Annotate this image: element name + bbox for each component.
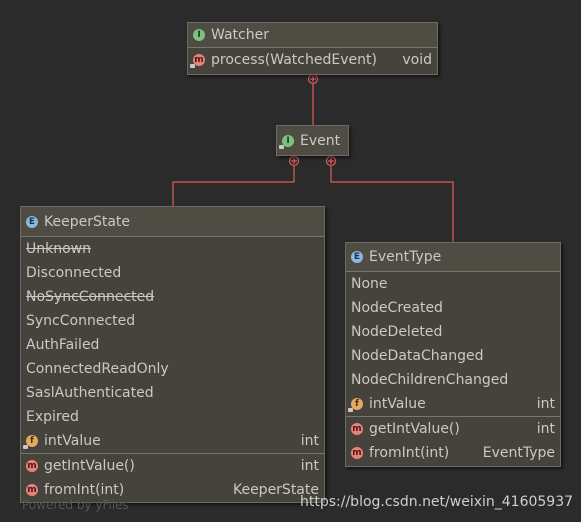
edge-event-eventtype — [330, 166, 454, 242]
field-name: intValue — [44, 433, 101, 449]
enum-constant[interactable]: AuthFailed — [21, 333, 324, 357]
enum-constant[interactable]: NodeDataChanged — [346, 344, 560, 368]
watcher-header[interactable]: I Watcher — [188, 23, 437, 48]
field-type: int — [300, 433, 319, 449]
enum-constant[interactable]: SyncConnected — [21, 309, 324, 333]
event-node[interactable]: I Event — [276, 125, 349, 156]
event-title: Event — [300, 132, 341, 149]
watcher-node[interactable]: I Watcher m process(WatchedEvent) void — [187, 22, 438, 75]
enum-constant[interactable]: ConnectedReadOnly — [21, 357, 324, 381]
interface-icon: I — [279, 134, 294, 149]
abstract-method-icon: m — [190, 54, 205, 68]
method-signature: getIntValue() — [44, 458, 135, 474]
field-icon: f — [23, 435, 38, 449]
constant-label: SaslAuthenticated — [26, 385, 154, 401]
method-row[interactable]: m getIntValue() int — [21, 453, 324, 478]
keeperstate-header[interactable]: E KeeperState — [21, 207, 324, 237]
watcher-title: Watcher — [211, 27, 269, 43]
enum-constant[interactable]: Disconnected — [21, 261, 324, 285]
watermark-text: https://blog.csdn.net/weixin_41605937 — [300, 494, 574, 510]
keeperstate-title: KeeperState — [44, 213, 131, 230]
constant-label: Expired — [26, 409, 79, 425]
method-icon: m — [351, 423, 363, 435]
enum-icon: E — [351, 251, 363, 263]
powered-by-label: Powered by yFiles — [22, 498, 129, 512]
constant-label: AuthFailed — [26, 337, 100, 353]
event-header[interactable]: I Event — [277, 126, 348, 155]
static-method-icon: m — [351, 447, 363, 459]
constant-label: None — [351, 276, 388, 292]
constant-label: Unknown — [26, 241, 91, 257]
method-return-type: void — [402, 52, 432, 68]
field-row[interactable]: f intValue int — [21, 429, 324, 453]
field-row[interactable]: f intValue int — [346, 392, 560, 416]
static-method-icon: m — [26, 484, 38, 496]
interface-icon: I — [193, 29, 205, 41]
method-signature: process(WatchedEvent) — [211, 52, 377, 68]
keeperstate-node[interactable]: E KeeperState Unknown Disconnected NoSyn… — [20, 206, 325, 503]
enum-constant[interactable]: Expired — [21, 405, 324, 429]
constant-label: NodeCreated — [351, 300, 443, 316]
method-row[interactable]: m fromInt(int) EventType — [346, 441, 560, 465]
constant-label: Disconnected — [26, 265, 122, 281]
enum-icon: E — [26, 215, 38, 228]
constant-label: NoSyncConnected — [26, 289, 155, 305]
field-name: intValue — [369, 396, 426, 412]
method-return-type: EventType — [482, 445, 555, 461]
eventtype-node[interactable]: E EventType None NodeCreated NodeDeleted… — [345, 242, 561, 467]
method-return-type: int — [300, 458, 319, 474]
method-signature: fromInt(int) — [44, 482, 125, 498]
constant-label: NodeDeleted — [351, 324, 443, 340]
enum-constant[interactable]: Unknown — [21, 237, 324, 261]
inner-class-marker — [325, 155, 337, 167]
eventtype-header[interactable]: E EventType — [346, 243, 560, 272]
uml-diagram-canvas: I Watcher m process(WatchedEvent) void I… — [0, 0, 581, 522]
method-return-type: int — [536, 421, 555, 437]
method-icon: m — [26, 460, 38, 472]
watcher-method-process[interactable]: m process(WatchedEvent) void — [188, 48, 437, 72]
inner-class-marker — [307, 73, 319, 85]
enum-constant[interactable]: NodeDeleted — [346, 320, 560, 344]
inner-class-marker — [288, 155, 300, 167]
field-type: int — [536, 396, 555, 412]
constant-label: ConnectedReadOnly — [26, 361, 169, 377]
eventtype-title: EventType — [369, 249, 442, 265]
field-icon: f — [348, 398, 363, 412]
edge-event-keeperstate — [172, 166, 295, 207]
enum-constant[interactable]: SaslAuthenticated — [21, 381, 324, 405]
method-signature: fromInt(int) — [369, 445, 450, 461]
constant-label: NodeDataChanged — [351, 348, 484, 364]
enum-constant[interactable]: NodeChildrenChanged — [346, 368, 560, 392]
enum-constant[interactable]: None — [346, 272, 560, 296]
enum-constant[interactable]: NodeCreated — [346, 296, 560, 320]
constant-label: SyncConnected — [26, 313, 136, 329]
enum-constant[interactable]: NoSyncConnected — [21, 285, 324, 309]
method-signature: getIntValue() — [369, 421, 460, 437]
constant-label: NodeChildrenChanged — [351, 372, 509, 388]
method-row[interactable]: m getIntValue() int — [346, 416, 560, 441]
